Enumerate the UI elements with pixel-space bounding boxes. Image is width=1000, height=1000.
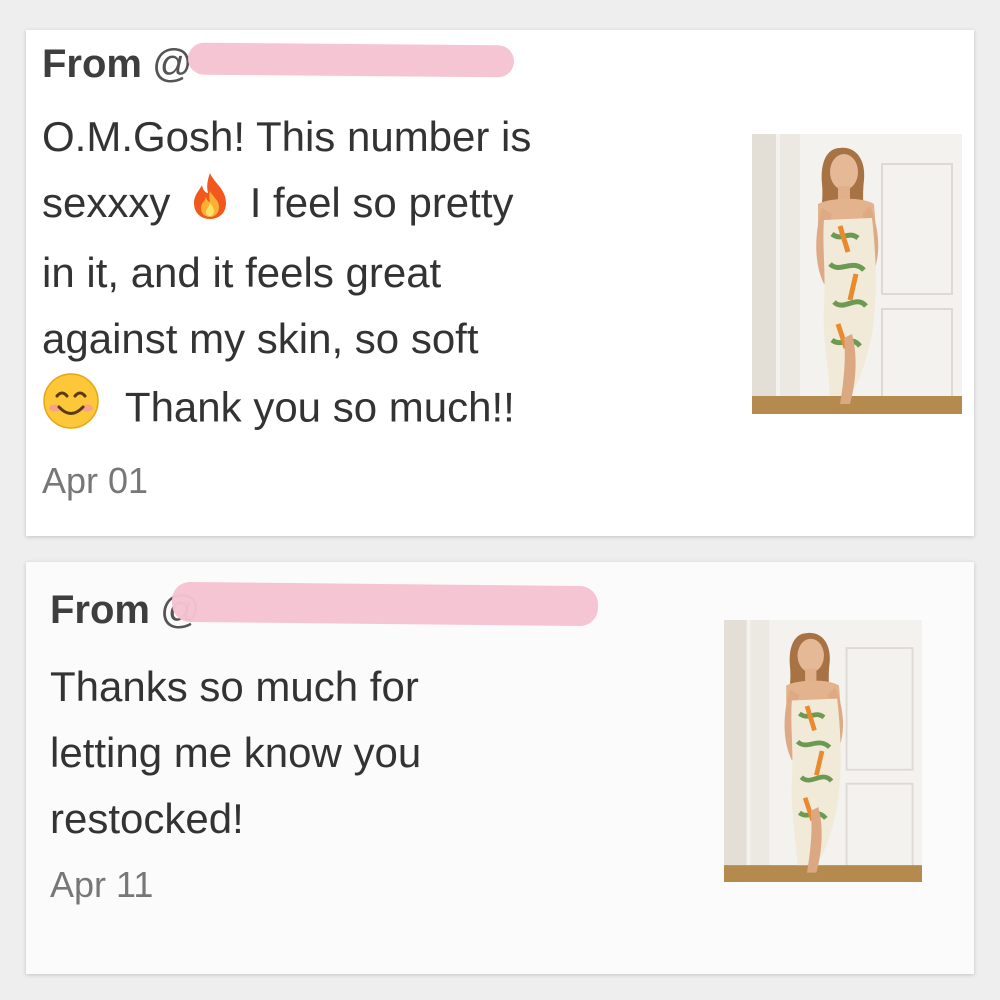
message-line: Thanks so much for (50, 663, 419, 710)
message-text: I feel so pretty (249, 179, 514, 226)
review-message: Thanks so much for letting me know you r… (50, 654, 570, 852)
review-card: From@ Thanks so much for letting me know… (26, 562, 974, 974)
review-from-line: From@ (42, 42, 193, 87)
handle-redaction-mark (171, 581, 599, 627)
review-date: Apr 01 (42, 460, 149, 501)
handle-redaction-mark (187, 42, 515, 78)
from-label: From (50, 588, 150, 632)
fire-emoji-icon (188, 171, 232, 240)
smiling-face-emoji-icon (42, 372, 100, 449)
message-line: letting me know you (50, 729, 422, 776)
review-date: Apr 11 (50, 864, 154, 905)
review-photo[interactable] (752, 134, 962, 414)
message-text: sexxxy (42, 179, 171, 226)
review-message: O.M.Gosh! This number is sexxxy I feel s… (42, 104, 682, 449)
reviewer-handle: @ (152, 42, 193, 86)
message-line: O.M.Gosh! This number is (42, 113, 532, 160)
message-line: against my skin, so soft (42, 315, 479, 363)
message-text: Thank you so much!! (124, 384, 515, 431)
from-label: From (42, 42, 142, 86)
review-photo[interactable] (724, 620, 922, 882)
message-line: restocked! (50, 795, 244, 842)
message-line: in it, and it feels great (42, 249, 442, 297)
message-line-with-emoji: Thank you so much!! (42, 372, 682, 449)
review-card: From @ O.M.Gosh! This number is sexxxy I … (26, 30, 974, 536)
message-line-with-emoji: sexxxy I feel so pretty (42, 170, 682, 240)
